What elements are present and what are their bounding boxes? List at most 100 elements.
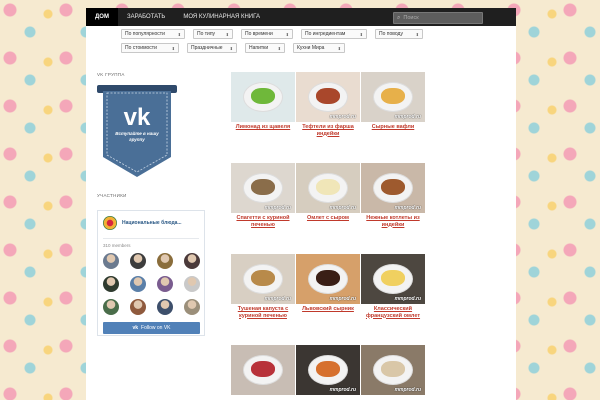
dish <box>381 179 405 195</box>
recipe-photo[interactable]: mmprod.ru <box>296 72 360 122</box>
recipe-card[interactable]: mmprod.ru Тефтели из фарша индейки <box>296 72 360 137</box>
recipe-photo[interactable]: mmprod.ru <box>296 254 360 304</box>
watermark: mmprod.ru <box>394 114 421 120</box>
member-avatar[interactable] <box>103 253 119 269</box>
group-logo-icon <box>103 216 117 230</box>
recipe-photo[interactable]: mmprod.ru <box>361 163 425 213</box>
recipe-photo[interactable]: mmprod.ru <box>296 163 360 213</box>
group-name-link[interactable]: Национальные блюда... <box>122 220 182 226</box>
filter-cost[interactable]: По стоимости ⬍ <box>121 43 179 53</box>
recipe-card[interactable]: mmprod.ru <box>361 345 425 397</box>
chevron-down-icon: ⬍ <box>177 31 181 37</box>
dish <box>251 270 275 286</box>
dish <box>316 361 340 377</box>
dish <box>316 179 340 195</box>
member-avatar[interactable] <box>130 299 146 315</box>
watermark: mmprod.ru <box>329 296 356 302</box>
watermark: mmprod.ru <box>329 114 356 120</box>
member-avatar[interactable] <box>130 253 146 269</box>
dish <box>251 88 275 104</box>
recipe-card[interactable]: mmprod.ru <box>296 345 360 397</box>
recipe-title-link[interactable]: Спагетти с куриной печенью <box>231 215 295 228</box>
filter-holiday[interactable]: Праздничные ⬍ <box>187 43 237 53</box>
members-title: Участники <box>97 193 127 198</box>
member-avatar[interactable] <box>184 276 200 292</box>
recipe-photo[interactable]: mmprod.ru <box>361 72 425 122</box>
watermark: mmprod.ru <box>394 205 421 211</box>
nav-my-cookbook[interactable]: Моя кулинарная книга <box>174 8 269 26</box>
recipe-photo[interactable]: mmprod.ru <box>361 345 425 395</box>
recipe-photo[interactable]: mmprod.ru <box>296 345 360 395</box>
watermark: mmprod.ru <box>329 205 356 211</box>
watermark: mmprod.ru <box>394 296 421 302</box>
recipe-card[interactable]: mmprod.ru Классический французский омлет <box>361 254 425 319</box>
recipe-photo[interactable]: mmprod.ru <box>231 254 295 304</box>
member-avatar[interactable] <box>157 299 173 315</box>
chevron-down-icon: ⬍ <box>285 31 289 37</box>
chevron-down-icon: ⬍ <box>359 31 363 37</box>
recipe-title-link[interactable]: Тушеная капуста с куриной печенью <box>231 306 295 319</box>
member-avatar[interactable] <box>157 253 173 269</box>
nav-earn[interactable]: Заработать <box>118 8 174 26</box>
recipe-filters: По популярности ⬍ По типу ⬍ По времени ⬍ По… <box>121 29 441 57</box>
recipe-title-link[interactable]: Тефтели из фарша индейки <box>296 124 360 137</box>
vk-members-widget: Национальные блюда... 310 members vk Fol… <box>97 210 205 336</box>
recipe-title-link[interactable]: Лимонад из щавеля <box>231 124 295 131</box>
dish <box>381 270 405 286</box>
member-avatar[interactable] <box>184 253 200 269</box>
member-avatars <box>103 253 200 315</box>
recipe-title-link[interactable]: Омлет с сыром <box>296 215 360 222</box>
top-navigation-bar: Дом Заработать Моя кулинарная книга ⌕ <box>86 8 516 26</box>
filter-type[interactable]: По типу ⬍ <box>193 29 233 39</box>
recipe-photo[interactable]: mmprod.ru <box>361 254 425 304</box>
watermark: mmprod.ru <box>394 387 421 393</box>
recipe-photo[interactable]: mmprod.ru <box>231 163 295 213</box>
chevron-down-icon: ⬍ <box>229 45 233 51</box>
search-box[interactable]: ⌕ <box>393 12 483 24</box>
filter-drinks[interactable]: Напитки ⬍ <box>245 43 285 53</box>
member-avatar[interactable] <box>103 276 119 292</box>
chevron-down-icon: ⬍ <box>415 31 419 37</box>
filter-world-cuisine[interactable]: Кухни Мира ⬍ <box>293 43 345 53</box>
search-input[interactable] <box>403 15 476 21</box>
recipe-title-link[interactable]: Классический французский омлет <box>361 306 425 319</box>
recipe-card[interactable]: mmprod.ru Тушеная капуста с куриной печен… <box>231 254 295 319</box>
recipe-card[interactable]: mmprod.ru Нежные котлеты из индейки <box>361 163 425 228</box>
dish <box>251 361 275 377</box>
filter-occasion[interactable]: По поводу ⬍ <box>375 29 423 39</box>
watermark: mmprod.ru <box>264 296 291 302</box>
filter-popularity[interactable]: По популярности ⬍ <box>121 29 185 39</box>
recipe-card[interactable]: mmprod.ru Спагетти с куриной печенью <box>231 163 295 228</box>
members-count: 310 members <box>103 238 199 248</box>
watermark: mmprod.ru <box>264 205 291 211</box>
search-icon: ⌕ <box>397 14 401 21</box>
recipe-photo[interactable] <box>231 345 295 395</box>
recipe-title-link[interactable]: Львовский сырник <box>296 306 360 313</box>
chevron-down-icon: ⬍ <box>171 45 175 51</box>
watermark: mmprod.ru <box>329 387 356 393</box>
member-avatar[interactable] <box>157 276 173 292</box>
member-avatar[interactable] <box>184 299 200 315</box>
vk-badge-text: Вступайте в нашу группу <box>115 131 159 142</box>
vk-join-badge[interactable]: vk Вступайте в нашу группу <box>97 81 177 179</box>
recipe-title-link[interactable]: Сырные вафли <box>361 124 425 131</box>
dish <box>316 88 340 104</box>
chevron-down-icon: ⬍ <box>225 31 229 37</box>
recipe-card[interactable]: mmprod.ru Сырные вафли <box>361 72 425 131</box>
recipe-photo[interactable] <box>231 72 295 122</box>
dish <box>381 88 405 104</box>
nav-home[interactable]: Дом <box>86 8 118 26</box>
chevron-down-icon: ⬍ <box>277 45 281 51</box>
filter-time[interactable]: По времени ⬍ <box>241 29 293 39</box>
recipe-card[interactable]: mmprod.ru Львовский сырник <box>296 254 360 313</box>
dish <box>316 270 340 286</box>
vk-ribbon-icon: vk <box>97 85 177 177</box>
member-avatar[interactable] <box>130 276 146 292</box>
filter-ingredients[interactable]: По ингредиентам ⬍ <box>301 29 367 39</box>
recipe-title-link[interactable]: Нежные котлеты из индейки <box>361 215 425 228</box>
member-avatar[interactable] <box>103 299 119 315</box>
follow-on-vk-button[interactable]: vk Follow on VK <box>103 322 200 334</box>
recipe-card[interactable]: mmprod.ru Омлет с сыром <box>296 163 360 222</box>
recipe-card[interactable] <box>231 345 295 397</box>
recipe-card[interactable]: Лимонад из щавеля <box>231 72 295 131</box>
